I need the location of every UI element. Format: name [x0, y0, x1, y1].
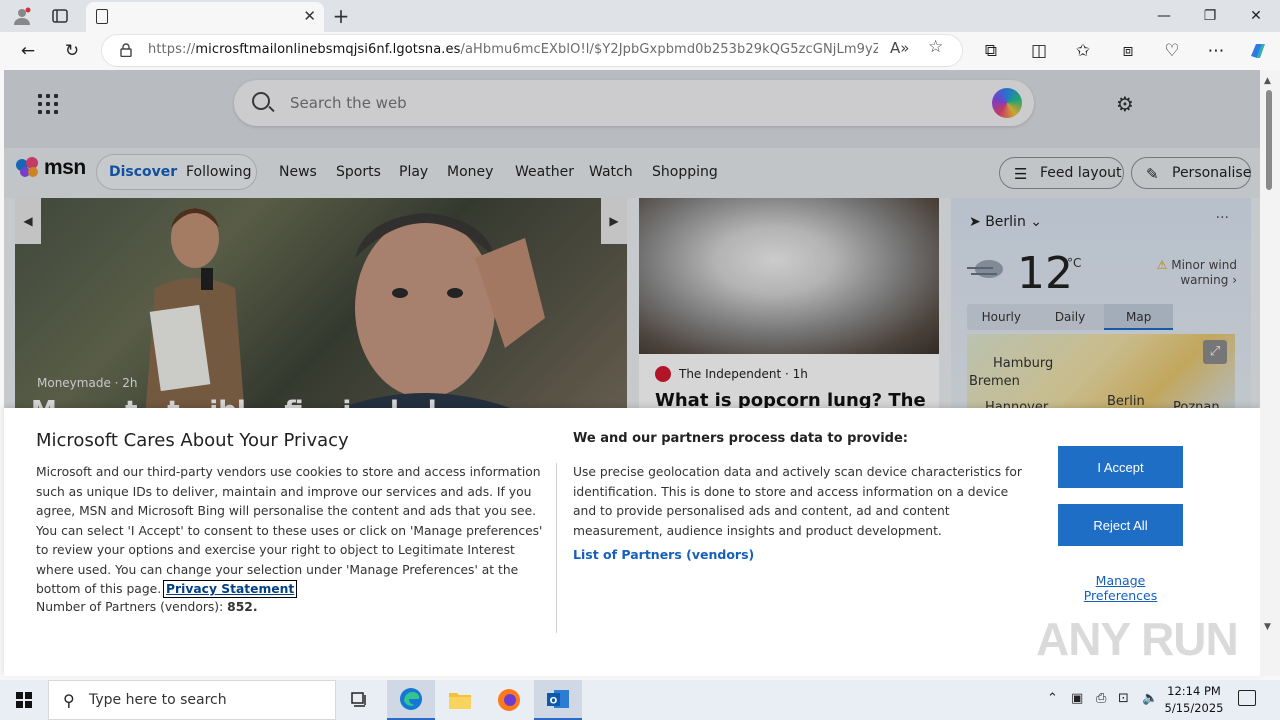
outlook-icon[interactable]: O: [534, 680, 582, 720]
accept-button[interactable]: I Accept: [1058, 446, 1183, 488]
firefox-icon[interactable]: [485, 680, 533, 720]
more-menu-icon[interactable]: ⋯: [1202, 38, 1230, 64]
system-clock[interactable]: 12:14 PM 5/15/2025: [1162, 683, 1226, 717]
profile-icon[interactable]: [8, 4, 36, 28]
scroll-up-icon[interactable]: ▲: [1264, 76, 1271, 86]
windows-taskbar: ⚲ Type here to search O ⌃ ▣ ⎙ ⊡ 🔈 12:14 …: [0, 680, 1280, 720]
collections-icon[interactable]: ⧈: [1114, 38, 1142, 64]
back-icon[interactable]: ←: [14, 38, 42, 64]
clock-date: 5/15/2025: [1164, 701, 1224, 715]
refresh-icon[interactable]: ↻: [58, 38, 86, 64]
tab-active[interactable]: ✕: [86, 2, 324, 32]
new-tab-icon[interactable]: +: [327, 4, 355, 28]
consent-body: Microsoft and our third-party vendors us…: [36, 465, 543, 598]
copilot-icon[interactable]: [1244, 38, 1272, 64]
task-view-icon[interactable]: [336, 680, 384, 720]
browser-toolbar: ← ↻ https://microsftmailonlinebsmqjsi6nf…: [0, 32, 1280, 70]
consent-subtitle: We and our partners process data to prov…: [573, 431, 908, 446]
notifications-icon[interactable]: [1238, 690, 1256, 706]
close-window-icon[interactable]: ✕: [1233, 0, 1279, 32]
consent-title: Microsoft Cares About Your Privacy: [36, 430, 349, 451]
search-icon: ⚲: [63, 691, 75, 710]
edge-taskbar-icon[interactable]: [387, 680, 435, 720]
vendors-list-link[interactable]: List of Partners (vendors): [573, 547, 754, 562]
url-text[interactable]: https://microsftmailonlinebsmqjsi6nf.lgo…: [148, 42, 878, 57]
svg-text:O: O: [550, 697, 558, 707]
divider: [556, 463, 557, 633]
reject-all-button[interactable]: Reject All: [1058, 504, 1183, 546]
restore-icon[interactable]: ❐: [1187, 0, 1233, 32]
favorites-icon[interactable]: ✩: [1069, 38, 1097, 64]
manage-preferences-link[interactable]: Manage Preferences: [1058, 573, 1183, 603]
browser-essentials-icon[interactable]: ♡: [1158, 38, 1186, 64]
tab-actions-icon[interactable]: [46, 4, 74, 28]
network-icon[interactable]: ⊡: [1118, 691, 1129, 706]
start-button[interactable]: [0, 680, 48, 720]
close-tab-icon[interactable]: ✕: [303, 7, 316, 25]
read-aloud-icon[interactable]: A»: [890, 39, 909, 57]
minimize-icon[interactable]: —: [1141, 0, 1187, 32]
partners-count: Number of Partners (vendors): 852.: [36, 600, 258, 614]
outlook-tray-icon[interactable]: ▣: [1071, 691, 1083, 706]
page-scrollbar[interactable]: ▲ ▼: [1260, 70, 1280, 676]
clock-time: 12:14 PM: [1167, 684, 1221, 698]
address-bar[interactable]: https://microsftmailonlinebsmqjsi6nf.lgo…: [102, 35, 962, 66]
favorite-star-icon[interactable]: ☆: [928, 37, 943, 57]
file-explorer-icon[interactable]: [436, 680, 484, 720]
volume-icon[interactable]: 🔈: [1142, 691, 1158, 706]
lock-icon[interactable]: [120, 43, 132, 57]
split-screen-icon[interactable]: ◫: [1025, 38, 1053, 64]
scroll-thumb[interactable]: [1266, 90, 1272, 190]
device-tray-icon[interactable]: ⎙: [1096, 691, 1106, 706]
scroll-down-icon[interactable]: ▼: [1264, 622, 1271, 632]
consent-purpose: Use precise geolocation data and activel…: [573, 465, 1022, 538]
taskbar-search[interactable]: ⚲ Type here to search: [48, 680, 336, 720]
page-icon: [96, 9, 108, 24]
taskbar-search-placeholder: Type here to search: [89, 692, 227, 708]
anyrun-watermark: ANY RUN: [1036, 613, 1239, 665]
windows-logo-icon: [16, 692, 32, 708]
privacy-statement-link[interactable]: Privacy Statement: [163, 580, 298, 598]
extensions-icon[interactable]: ⧉: [977, 38, 1005, 64]
tray-overflow-icon[interactable]: ⌃: [1047, 691, 1058, 706]
browser-tab-strip: ✕ + — ❐ ✕: [0, 0, 1280, 32]
